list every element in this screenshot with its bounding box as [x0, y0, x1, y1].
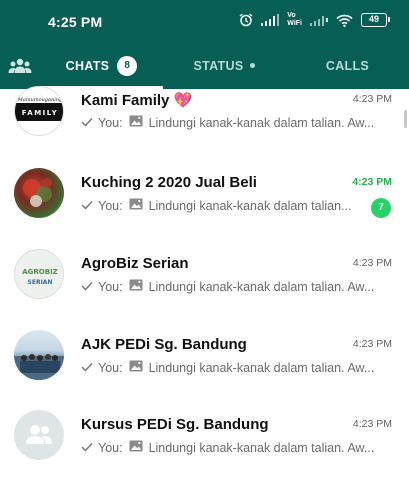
status-bar: 4:25 PM Vo WiFi 49	[0, 0, 409, 42]
preview-prefix: You:	[98, 115, 123, 130]
chat-preview: You: Lindungi kanak-kanak dalam talian. …	[81, 360, 374, 375]
preview-text: Lindungi kanak-kanak dalam talian. Aw...	[148, 440, 375, 455]
chat-name: Kuching 2 2020 Jual Beli	[81, 174, 257, 191]
volte-label: Vo	[287, 12, 296, 19]
sent-tick-icon	[81, 441, 93, 455]
chat-name-text: Kami Family	[81, 92, 170, 109]
avatar-logo-text: AGROBIZ	[22, 268, 58, 276]
tab-calls-label: CALLS	[325, 58, 370, 73]
avatar[interactable]	[14, 410, 64, 460]
image-icon	[129, 360, 143, 375]
tab-status-label: STATUS	[193, 58, 244, 73]
avatar[interactable]: Mamumouganing FAMILY	[14, 86, 64, 136]
image-icon	[129, 115, 143, 130]
sent-tick-icon	[81, 116, 93, 130]
avatar-script-text: Mamumouganing	[17, 97, 62, 103]
app-header: 4:25 PM Vo WiFi 49 CHATS 8 STATUS CALLS	[0, 0, 409, 89]
image-icon	[129, 198, 143, 213]
preview-text: Lindungi kanak-kanak dalam talian. Aw...	[148, 115, 375, 130]
group-placeholder-icon	[26, 425, 52, 444]
avatar[interactable]: AGROBIZ SERIAN	[14, 249, 64, 299]
chat-name: Kursus PEDi Sg. Bandung	[81, 416, 269, 433]
chat-time: 4:23 PM	[352, 176, 392, 188]
whatsapp-screen: 4:25 PM Vo WiFi 49 CHATS 8 STATUS CALLS …	[0, 0, 409, 480]
image-icon	[129, 279, 143, 294]
sent-tick-icon	[81, 361, 93, 375]
status-update-dot	[250, 63, 256, 68]
chat-row[interactable]: Kursus PEDi Sg. Bandung 4:23 PM You: Lin…	[0, 400, 409, 480]
chat-time: 4:23 PM	[352, 338, 392, 350]
avatar[interactable]	[14, 168, 64, 218]
volte-wifi-icon: Vo WiFi	[287, 12, 302, 28]
avatar-family-text: FAMILY	[22, 109, 58, 117]
signal-icon	[310, 14, 328, 26]
avatar[interactable]	[14, 330, 64, 380]
chat-name: AJK PEDi Sg. Bandung	[81, 336, 247, 353]
sent-tick-icon	[81, 199, 93, 213]
chat-list: Mamumouganing FAMILY Kami Family 💖 4:23 …	[0, 86, 409, 480]
avatar-logo-subtext: SERIAN	[28, 279, 53, 286]
alarm-icon	[239, 13, 253, 27]
wifi-label: WiFi	[287, 20, 302, 27]
chats-unread-badge: 8	[117, 55, 138, 76]
chat-time: 4:23 PM	[352, 418, 392, 430]
chat-name: Kami Family 💖	[81, 91, 192, 109]
preview-prefix: You:	[98, 360, 123, 375]
system-icons: Vo WiFi 49	[239, 12, 390, 28]
chat-time: 4:23 PM	[352, 257, 392, 269]
chat-time: 4:23 PM	[352, 93, 392, 105]
chat-preview: You: Lindungi kanak-kanak dalam talian. …	[81, 440, 374, 455]
unread-count-badge: 7	[371, 198, 391, 218]
battery-icon: 49	[361, 13, 390, 27]
image-icon	[129, 440, 143, 455]
preview-text: Lindungi kanak-kanak dalam talian. Aw...	[148, 279, 375, 294]
preview-prefix: You:	[98, 279, 123, 294]
preview-text: Lindungi kanak-kanak dalam talian...	[148, 198, 352, 213]
scrollbar[interactable]	[404, 110, 407, 128]
chat-row[interactable]: Mamumouganing FAMILY Kami Family 💖 4:23 …	[0, 79, 409, 159]
preview-text: Lindungi kanak-kanak dalam talian. Aw...	[148, 360, 375, 375]
heart-emoji: 💖	[173, 92, 193, 109]
chat-preview: You: Lindungi kanak-kanak dalam talian. …	[81, 279, 374, 294]
signal-icon	[261, 14, 280, 26]
preview-prefix: You:	[98, 198, 123, 213]
tab-chats-label: CHATS	[65, 58, 110, 73]
chat-row[interactable]: Kuching 2 2020 Jual Beli 4:23 PM You: Li…	[0, 159, 409, 239]
chat-preview: You: Lindungi kanak-kanak dalam talian. …	[81, 115, 374, 130]
chat-preview: You: Lindungi kanak-kanak dalam talian..…	[81, 198, 351, 213]
wifi-icon	[336, 14, 353, 27]
sent-tick-icon	[81, 280, 93, 294]
chat-row[interactable]: AGROBIZ SERIAN AgroBiz Serian 4:23 PM Yo…	[0, 239, 409, 319]
preview-prefix: You:	[98, 440, 123, 455]
status-time: 4:25 PM	[48, 14, 103, 30]
chat-row[interactable]: AJK PEDi Sg. Bandung 4:23 PM You: Lindun…	[0, 320, 409, 400]
chat-name: AgroBiz Serian	[81, 255, 189, 272]
